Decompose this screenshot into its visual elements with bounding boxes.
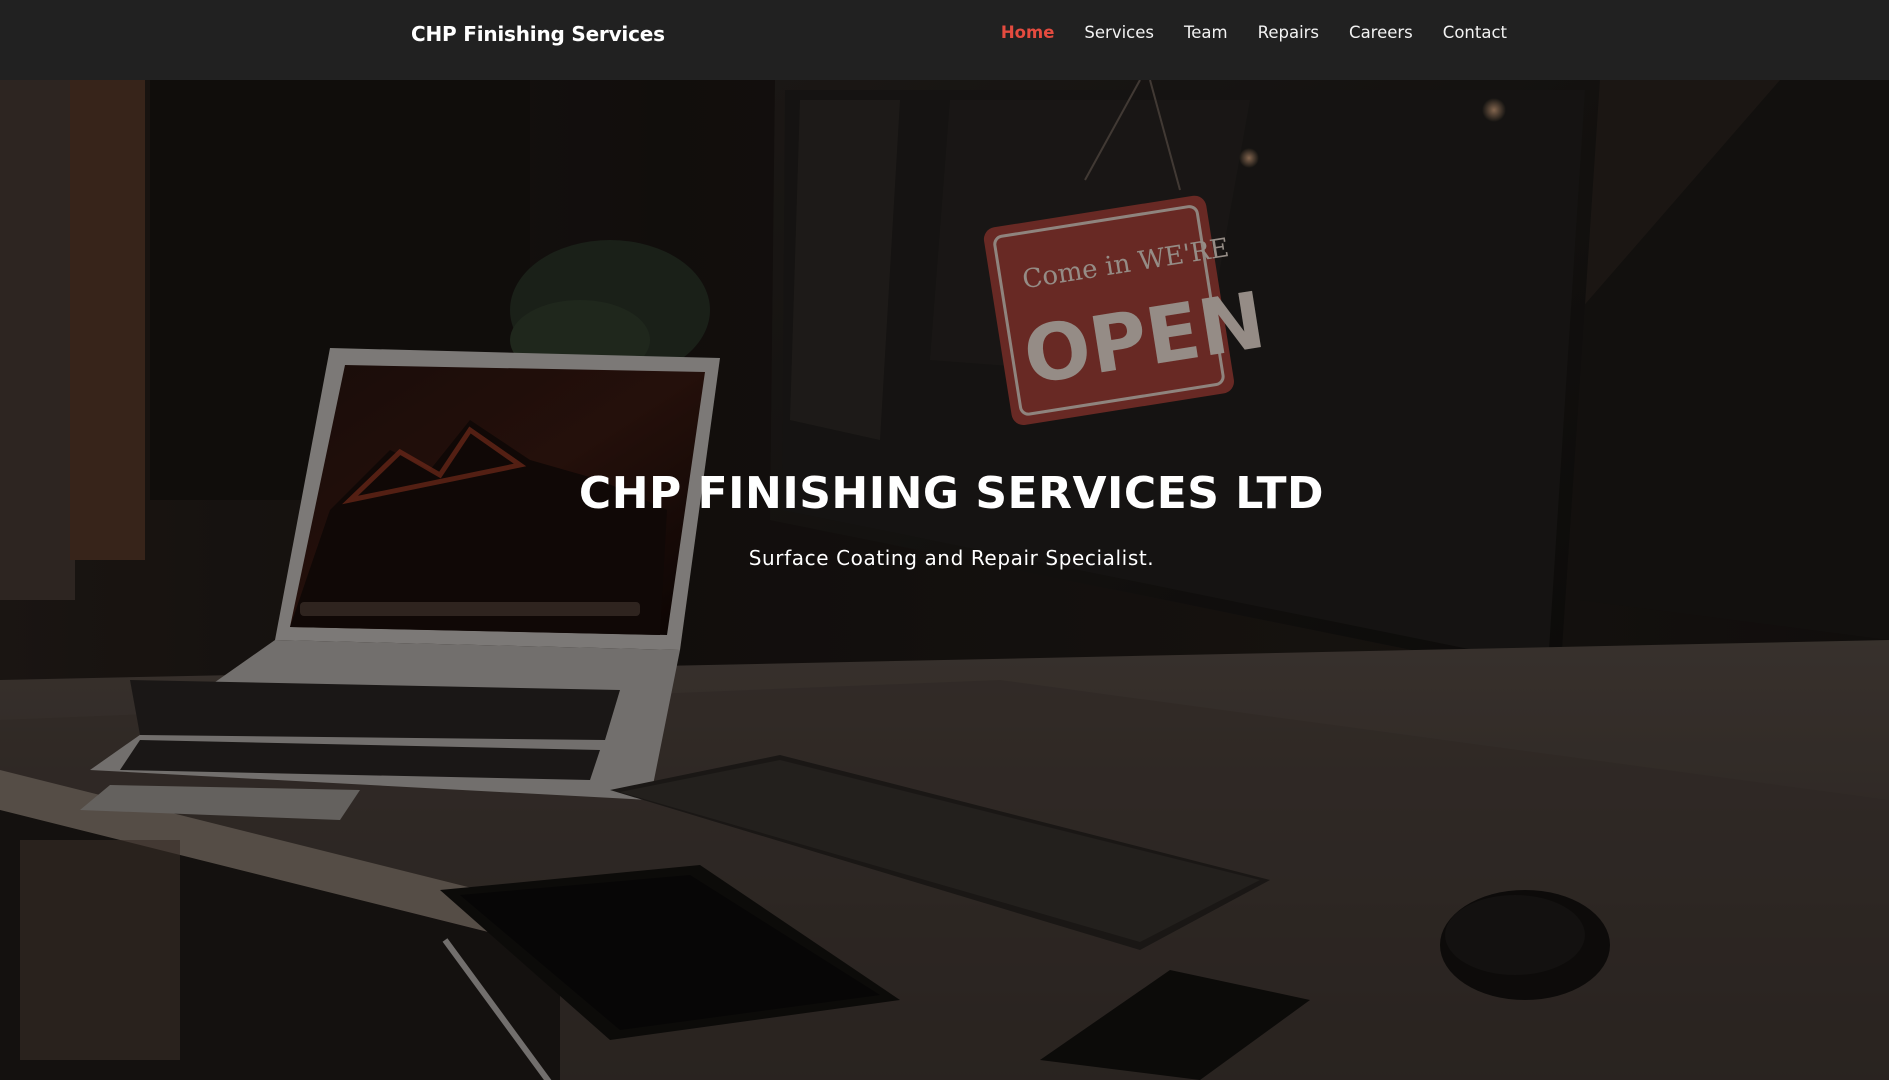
hero-title: CHP FINISHING SERVICES LTD xyxy=(578,468,1325,519)
nav-menu: Home Services Team Repairs Careers Conta… xyxy=(971,21,1507,45)
hero-dark-overlay xyxy=(0,80,1889,1080)
nav-item-repairs[interactable]: Repairs xyxy=(1228,21,1319,45)
navbar: CHP Finishing Services Home Services Tea… xyxy=(0,0,1889,80)
nav-item-contact[interactable]: Contact xyxy=(1413,21,1507,45)
nav-item-services[interactable]: Services xyxy=(1054,21,1154,45)
brand-logo[interactable]: CHP Finishing Services xyxy=(411,22,665,46)
nav-item-team[interactable]: Team xyxy=(1154,21,1228,45)
page: CHP Finishing Services Home Services Tea… xyxy=(0,0,1889,1080)
hero-subtitle: Surface Coating and Repair Specialist. xyxy=(748,546,1155,570)
nav-item-careers[interactable]: Careers xyxy=(1319,21,1413,45)
nav-item-home[interactable]: Home xyxy=(971,21,1055,45)
hero-section: Come in WE'RE OPEN CHP FINISHING SERVICE… xyxy=(0,80,1889,1080)
